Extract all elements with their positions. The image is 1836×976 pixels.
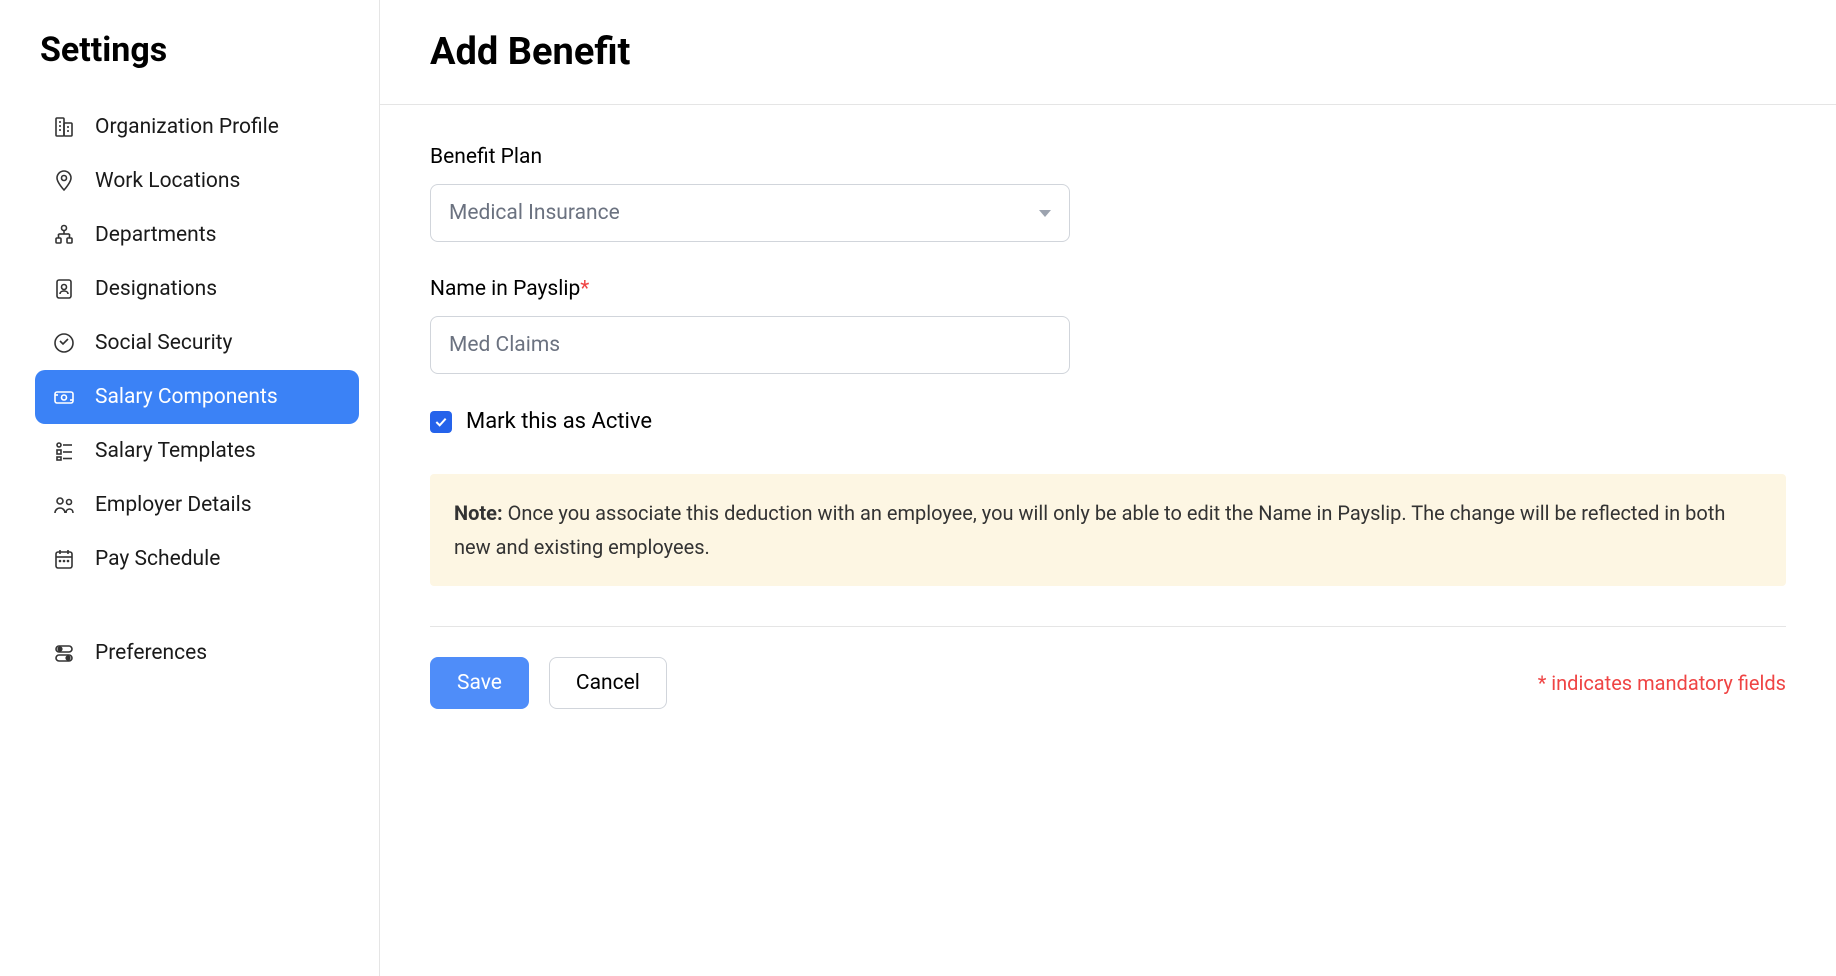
form-footer: Save Cancel * indicates mandatory fields: [430, 657, 1786, 709]
sidebar-item-label: Work Locations: [95, 169, 240, 193]
sidebar-item-salary-components[interactable]: Salary Components: [35, 370, 359, 424]
required-star-icon: *: [580, 277, 589, 301]
main-content: Add Benefit Benefit Plan Medical Insuran…: [380, 0, 1836, 976]
location-icon: [51, 168, 77, 194]
sidebar-title: Settings: [35, 30, 359, 70]
sidebar-item-work-locations[interactable]: Work Locations: [35, 154, 359, 208]
sidebar-item-label: Organization Profile: [95, 115, 279, 139]
benefit-plan-select[interactable]: Medical Insurance: [430, 184, 1070, 242]
save-button[interactable]: Save: [430, 657, 529, 709]
note-box: Note: Once you associate this deduction …: [430, 474, 1786, 586]
active-checkbox-row[interactable]: Mark this as Active: [430, 409, 1786, 434]
sidebar-spacer: [35, 586, 359, 626]
sidebar-item-designations[interactable]: Designations: [35, 262, 359, 316]
active-checkbox[interactable]: [430, 411, 452, 433]
users-icon: [51, 492, 77, 518]
toggles-icon: [51, 640, 77, 666]
sidebar-item-departments[interactable]: Departments: [35, 208, 359, 262]
check-icon: [433, 414, 449, 430]
divider: [430, 626, 1786, 627]
sidebar-item-label: Salary Templates: [95, 439, 256, 463]
page-title: Add Benefit: [430, 30, 1786, 74]
sidebar-item-label: Employer Details: [95, 493, 252, 517]
benefit-plan-group: Benefit Plan Medical Insurance: [430, 145, 1786, 242]
active-checkbox-label: Mark this as Active: [466, 409, 652, 434]
sidebar-item-label: Social Security: [95, 331, 232, 355]
chevron-down-icon: [1039, 210, 1051, 217]
template-icon: [51, 438, 77, 464]
name-payslip-label: Name in Payslip*: [430, 277, 1786, 301]
money-icon: [51, 384, 77, 410]
sidebar-item-organization-profile[interactable]: Organization Profile: [35, 100, 359, 154]
mandatory-fields-note: * indicates mandatory fields: [1538, 671, 1786, 695]
calendar-icon: [51, 546, 77, 572]
button-group: Save Cancel: [430, 657, 667, 709]
name-payslip-group: Name in Payslip*: [430, 277, 1786, 374]
org-chart-icon: [51, 222, 77, 248]
form-body: Benefit Plan Medical Insurance Name in P…: [380, 105, 1836, 749]
sidebar-list: Organization Profile Work Locations Depa…: [35, 100, 359, 680]
sidebar-item-label: Preferences: [95, 641, 207, 665]
sidebar-item-preferences[interactable]: Preferences: [35, 626, 359, 680]
sidebar-item-employer-details[interactable]: Employer Details: [35, 478, 359, 532]
sidebar-item-salary-templates[interactable]: Salary Templates: [35, 424, 359, 478]
gavel-icon: [51, 330, 77, 356]
building-icon: [51, 114, 77, 140]
sidebar-item-label: Departments: [95, 223, 217, 247]
benefit-plan-select-box[interactable]: Medical Insurance: [430, 184, 1070, 242]
sidebar-item-label: Designations: [95, 277, 217, 301]
sidebar-item-social-security[interactable]: Social Security: [35, 316, 359, 370]
badge-icon: [51, 276, 77, 302]
cancel-button[interactable]: Cancel: [549, 657, 667, 709]
note-text: Once you associate this deduction with a…: [454, 501, 1725, 559]
sidebar-item-label: Salary Components: [95, 385, 278, 409]
benefit-plan-value: Medical Insurance: [449, 201, 620, 225]
main-header: Add Benefit: [380, 0, 1836, 105]
sidebar-item-label: Pay Schedule: [95, 547, 220, 571]
settings-sidebar: Settings Organization Profile Work Locat…: [0, 0, 380, 976]
name-payslip-input[interactable]: [430, 316, 1070, 374]
note-prefix: Note:: [454, 501, 503, 525]
benefit-plan-label: Benefit Plan: [430, 145, 1786, 169]
sidebar-item-pay-schedule[interactable]: Pay Schedule: [35, 532, 359, 586]
